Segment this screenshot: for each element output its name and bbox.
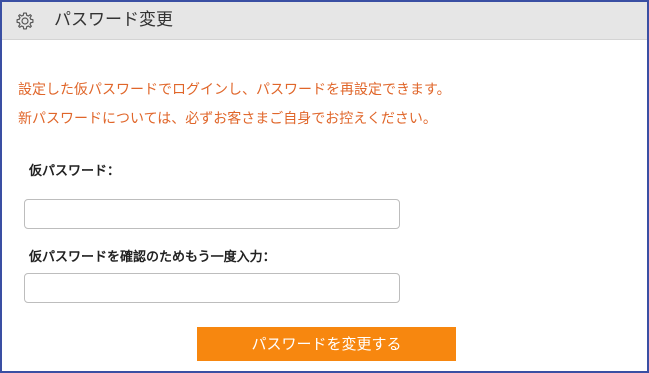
- change-password-button[interactable]: パスワードを変更する: [197, 327, 456, 361]
- gear-icon: [16, 12, 34, 30]
- confirm-password-input[interactable]: [24, 273, 400, 303]
- confirm-password-label: 仮パスワードを確認のためもう一度入力：: [29, 250, 276, 265]
- temp-password-input[interactable]: [24, 199, 400, 229]
- panel-header: パスワード変更: [2, 2, 647, 40]
- temp-password-label: 仮パスワード：: [29, 164, 121, 179]
- page-title: パスワード変更: [54, 10, 173, 30]
- notice-line-1: 設定した仮パスワードでログインし、パスワードを再設定できます。: [18, 82, 451, 98]
- change-password-panel: パスワード変更 設定した仮パスワードでログインし、パスワードを再設定できます。 …: [0, 0, 649, 373]
- notice-line-2: 新パスワードについては、必ずお客さまご自身でお控えください。: [18, 111, 437, 127]
